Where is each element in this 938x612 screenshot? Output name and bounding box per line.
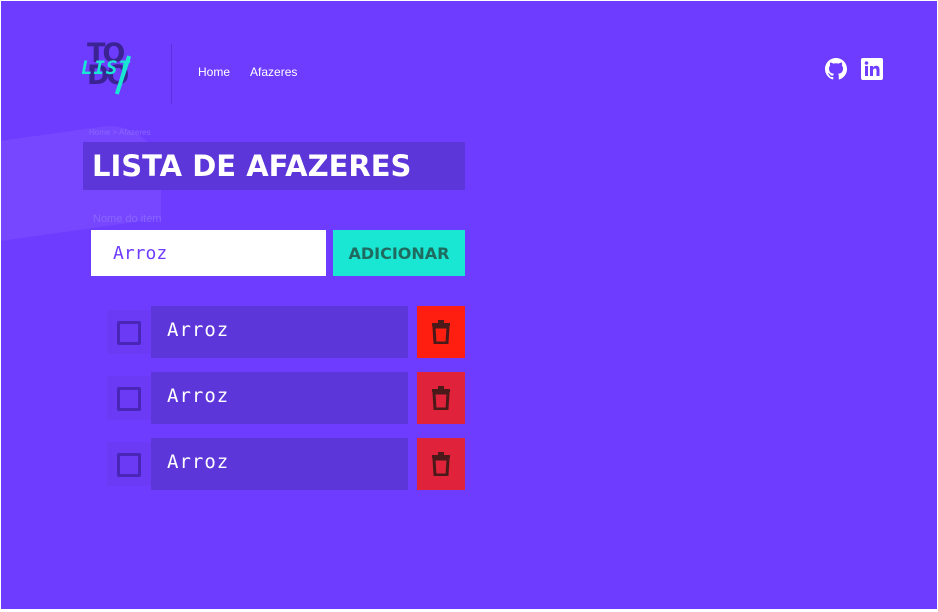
- item-text-box: Arroz: [151, 372, 408, 424]
- page-title-box: LISTA DE AFAZERES: [83, 142, 465, 190]
- delete-button[interactable]: [417, 372, 465, 424]
- main-nav: Home Afazeres: [198, 65, 297, 79]
- item-checkbox[interactable]: [117, 453, 141, 477]
- delete-button[interactable]: [417, 306, 465, 358]
- social-links: [825, 58, 883, 80]
- list-item: Arroz: [107, 306, 465, 358]
- breadcrumb: Home > Afazeres: [89, 128, 151, 137]
- page-title: LISTA DE AFAZERES: [92, 149, 412, 183]
- checkbox-container: [107, 442, 151, 486]
- todo-list-logo[interactable]: TODO LIST: [81, 40, 141, 99]
- nav-link-afazeres[interactable]: Afazeres: [250, 65, 297, 79]
- item-text: Arroz: [167, 385, 230, 407]
- list-item: Arroz: [107, 372, 465, 424]
- item-checkbox[interactable]: [117, 321, 141, 345]
- item-text: Arroz: [167, 319, 230, 341]
- list-item: Arroz: [107, 438, 465, 490]
- item-text: Arroz: [167, 451, 230, 473]
- github-icon[interactable]: [825, 58, 847, 80]
- item-text-box: Arroz: [151, 306, 408, 358]
- trash-icon: [432, 452, 450, 476]
- app-frame: TODO LIST Home Afazeres Home > Afazeres …: [1, 1, 937, 609]
- header-divider: [171, 44, 172, 104]
- trash-icon: [432, 386, 450, 410]
- checkbox-container: [107, 376, 151, 420]
- trash-icon: [432, 320, 450, 344]
- item-name-input[interactable]: [91, 230, 326, 276]
- item-name-label: Nome do item: [93, 213, 162, 225]
- linkedin-icon[interactable]: [861, 58, 883, 80]
- nav-link-home[interactable]: Home: [198, 65, 230, 79]
- delete-button[interactable]: [417, 438, 465, 490]
- checkbox-container: [107, 310, 151, 354]
- add-button[interactable]: ADICIONAR: [333, 230, 465, 276]
- item-checkbox[interactable]: [117, 387, 141, 411]
- item-text-box: Arroz: [151, 438, 408, 490]
